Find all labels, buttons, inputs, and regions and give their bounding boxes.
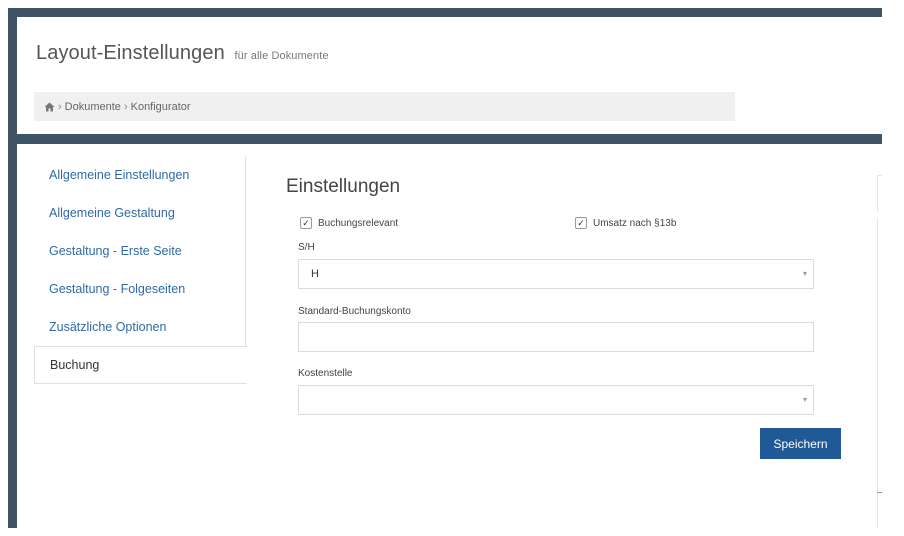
left-frame-bar [8,8,17,528]
checkbox-buchungsrelevant-label: Buchungsrelevant [318,217,399,229]
page-header: Layout-Einstellungen für alle Dokumente … [17,17,882,134]
sh-label: S/H [298,242,315,253]
kostenstelle-select[interactable]: ▾ [298,385,814,415]
breadcrumb-separator: › [58,100,62,113]
page-subtitle: für alle Dokumente [234,50,329,62]
chevron-down-icon: ▾ [802,395,807,404]
sidebar-item-gestaltung-folgeseiten[interactable]: Gestaltung - Folgeseiten [34,270,246,308]
section-divider-bar [8,134,882,144]
page-title-text: Layout-Einstellungen [36,42,225,64]
content-area: Allgemeine Einstellungen Allgemeine Gest… [17,144,882,528]
checkbox-buchungsrelevant-box[interactable]: ✓ [300,217,312,229]
sidebar-item-allgemeine-gestaltung[interactable]: Allgemeine Gestaltung [34,194,246,232]
konto-label: Standard-Buchungskonto [298,306,411,317]
checkbox-umsatz-13b-box[interactable]: ✓ [575,217,587,229]
konto-input[interactable] [298,322,814,352]
settings-sidebar: Allgemeine Einstellungen Allgemeine Gest… [34,156,247,384]
sidebar-item-gestaltung-erste-seite[interactable]: Gestaltung - Erste Seite [34,232,246,270]
breadcrumb: › Dokumente › Konfigurator [34,92,735,121]
sidebar-item-buchung[interactable]: Buchung [34,346,247,384]
checkbox-buchungsrelevant[interactable]: ✓ Buchungsrelevant [300,217,398,229]
checkbox-umsatz-13b-label: Umsatz nach §13b [593,217,677,229]
chevron-down-icon: ▾ [802,269,807,278]
right-panel-edge-lower [877,218,882,528]
right-panel-edge [877,175,882,211]
home-icon[interactable] [44,102,55,112]
breadcrumb-item-dokumente[interactable]: Dokumente [65,101,121,113]
page-title: Layout-Einstellungen für alle Dokumente [36,42,329,65]
sh-select[interactable]: H ▾ [298,259,814,289]
save-button[interactable]: Speichern [760,428,841,459]
sidebar-item-allgemeine-einstellungen[interactable]: Allgemeine Einstellungen [34,156,246,194]
top-frame-bar [8,8,882,17]
sh-select-value: H [311,268,319,280]
kostenstelle-label: Kostenstelle [298,368,353,379]
right-panel-tick [877,492,882,493]
section-title: Einstellungen [286,176,401,197]
breadcrumb-separator: › [123,100,128,113]
sidebar-item-zusaetzliche-optionen[interactable]: Zusätzliche Optionen [34,308,246,346]
breadcrumb-item-konfigurator: Konfigurator [130,100,191,113]
checkbox-umsatz-13b[interactable]: ✓ Umsatz nach §13b [575,217,676,229]
